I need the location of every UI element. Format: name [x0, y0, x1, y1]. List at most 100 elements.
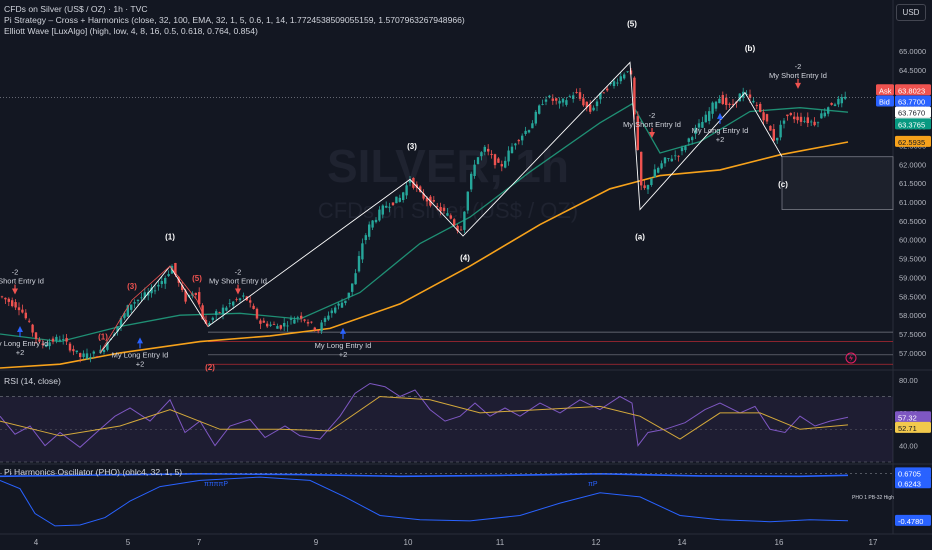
candle-body [684, 146, 687, 151]
candle-body [225, 307, 228, 311]
candle-body [238, 298, 242, 301]
time-tick-label: 16 [775, 538, 784, 547]
candle-body [286, 325, 289, 327]
candle-body [283, 322, 286, 327]
candle-body [803, 120, 806, 122]
candle-body [408, 180, 412, 183]
strategy-legend[interactable]: Pi Strategy – Cross + Harmonics (close, … [4, 15, 465, 26]
candle-body [538, 105, 541, 114]
candle-body [391, 202, 395, 206]
candle-body [344, 300, 347, 304]
candle-body [164, 278, 167, 284]
candle-body [7, 298, 10, 302]
price-tick-label: 62.0000 [899, 160, 926, 169]
bid-price-tag: Bid [879, 97, 890, 106]
candle-body [255, 308, 259, 319]
currency-button[interactable]: USD [896, 4, 926, 21]
signal-label: My Long Entry Id [112, 350, 169, 359]
candle-body [820, 113, 823, 119]
candle-body [211, 317, 214, 320]
candle-body [704, 114, 707, 123]
candle-body [687, 138, 690, 142]
candle-body [680, 147, 684, 152]
candle-body [340, 302, 344, 308]
price-tick-label: 65.0000 [899, 47, 926, 56]
candle-body [17, 307, 21, 311]
candle-body [351, 283, 354, 292]
wave-label: (b) [745, 44, 756, 53]
candle-body [313, 327, 316, 331]
candle-body [160, 281, 163, 285]
candle-body [92, 351, 95, 354]
candle-body [497, 158, 500, 163]
price-tick-label: 64.5000 [899, 66, 926, 75]
chart-canvas[interactable]: SILVER, 1h CFDs on Silver (US$ / OZ) (1) (3… [0, 0, 932, 550]
wave-label: (3) [127, 282, 137, 291]
candle-body [762, 112, 765, 121]
candle-body [714, 101, 718, 109]
candle-body [670, 158, 673, 162]
candle-body [565, 100, 568, 105]
candle-body [449, 215, 452, 219]
signal-note: -2 [649, 111, 656, 120]
candle-body [395, 196, 398, 204]
candle-body [136, 299, 140, 302]
signal-note: -2 [795, 62, 802, 71]
candle-body [218, 312, 221, 314]
candle-body [568, 96, 571, 97]
candle-body [357, 256, 361, 272]
signal-label: My Long Entry Id [315, 341, 372, 350]
candle-body [531, 123, 534, 129]
time-tick-label: 17 [869, 538, 878, 547]
signal-note: -2 [12, 268, 19, 277]
pho-legend: Pi Harmonics Oscillator (PHO) (ohlc4, 32… [4, 467, 182, 477]
candle-body [276, 326, 279, 329]
pho-signal-value: 0.6243 [898, 479, 921, 488]
candle-body [592, 107, 595, 111]
candle-body [490, 153, 493, 155]
candle-body [466, 191, 469, 211]
candle-body [674, 155, 677, 157]
signal-label: My Long Entry Id [692, 126, 749, 135]
candle-body [521, 135, 524, 141]
candle-body [551, 98, 554, 101]
signal-label: My Short Entry Id [623, 120, 681, 129]
candle-body [548, 95, 551, 98]
elliott-wave-legend[interactable]: Elliott Wave [LuxAlgo] (high, low, 4, 8,… [4, 26, 258, 37]
candle-body [130, 304, 133, 310]
candle-body [347, 292, 350, 298]
candle-body [374, 219, 378, 223]
candle-body [249, 300, 252, 303]
signal-note: -2 [235, 268, 242, 277]
wave-label: (1) [165, 233, 175, 242]
candle-body [806, 117, 809, 124]
candle-body [317, 330, 320, 332]
candle-body [595, 101, 599, 107]
price-tick-label: 57.0000 [899, 349, 926, 358]
candle-body [480, 152, 483, 157]
candle-body [442, 207, 446, 211]
candle-body [221, 307, 225, 315]
candle-body [534, 111, 537, 124]
candle-body [561, 98, 565, 103]
candle-body [816, 122, 820, 124]
candle-body [691, 137, 694, 141]
candle-body [799, 116, 803, 122]
candle-body [140, 297, 143, 299]
wave-label: (5) [192, 274, 202, 283]
candle-body [48, 342, 51, 347]
candle-body [11, 300, 14, 307]
candle-body [677, 155, 680, 157]
candle-body [646, 185, 650, 190]
signal-note: +2 [339, 350, 348, 359]
candle-body [830, 102, 833, 105]
candle-body [663, 157, 667, 164]
candle-body [296, 317, 299, 319]
wave-label: (4) [460, 253, 470, 262]
ema32-value: 63.3765 [898, 120, 925, 129]
candle-body [96, 356, 99, 358]
candle-body [34, 332, 38, 339]
candle-body [524, 130, 527, 135]
candle-body [72, 349, 75, 352]
time-tick-label: 7 [197, 538, 202, 547]
